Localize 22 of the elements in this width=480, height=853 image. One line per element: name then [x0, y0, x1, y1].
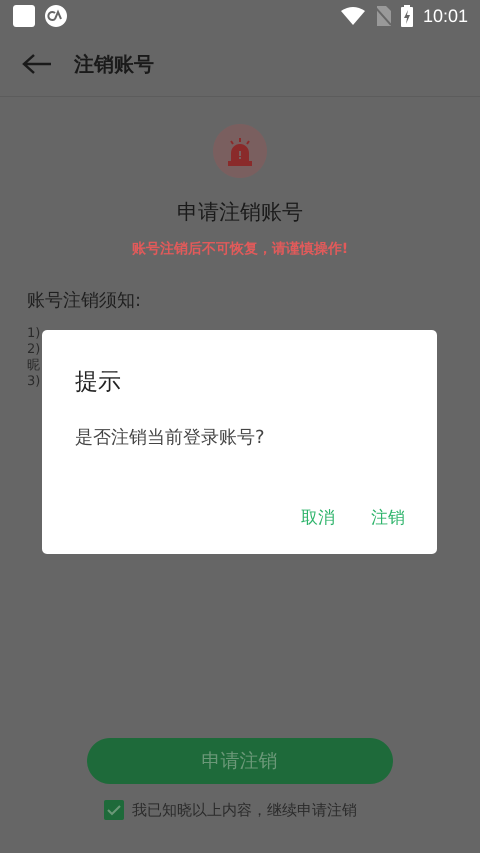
submit-button[interactable]: 申请注销	[86, 738, 392, 784]
dialog-button[interactable]: 注销	[367, 502, 409, 533]
app-notification-icon	[45, 5, 67, 27]
warning-text: 账号注销后不可恢复，请谨慎操作!	[132, 240, 348, 258]
dialog-title: 提示	[75, 368, 122, 397]
agreement-label: 我已知晓以上内容，继续申请注销	[132, 800, 357, 820]
dialog-button[interactable]: 取消	[297, 502, 339, 533]
notice-line: 2)	[27, 342, 40, 358]
no-sim-icon	[374, 6, 391, 26]
back-arrow-icon[interactable]	[22, 53, 52, 75]
notification-icon	[13, 5, 35, 27]
toolbar-title: 注销账号	[74, 50, 154, 78]
wifi-icon	[340, 7, 365, 25]
notice-heading: 账号注销须知:	[27, 289, 142, 312]
battery-charging-icon	[400, 5, 413, 27]
notice-line: 1)	[27, 326, 40, 342]
notice-line: 昵	[27, 358, 40, 374]
status-time: 10:01	[422, 6, 468, 26]
page-heading: 申请注销账号	[177, 199, 303, 226]
notice-line: 3)	[27, 374, 40, 390]
agreement-checkbox[interactable]	[104, 800, 124, 820]
dialog-message: 是否注销当前登录账号?	[75, 426, 266, 449]
